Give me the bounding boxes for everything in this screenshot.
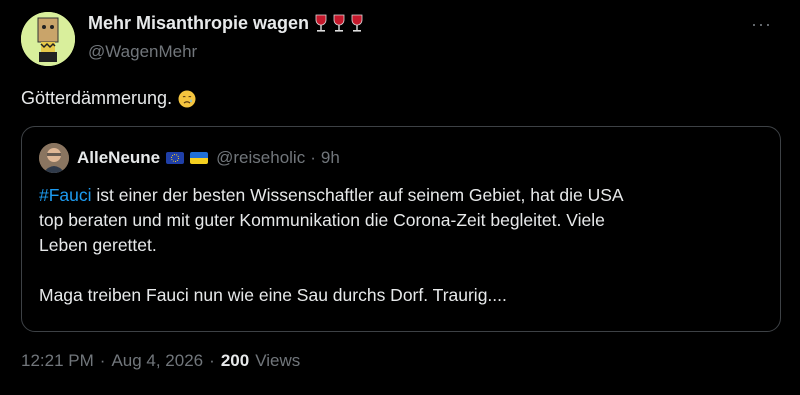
tweet-meta: 12:21 PM · Aug 4, 2026 · 200 Views bbox=[21, 351, 300, 371]
wine-glass-icon bbox=[333, 14, 345, 32]
tweet-text: Götterdämmerung. bbox=[21, 88, 173, 108]
author-avatar[interactable] bbox=[21, 12, 75, 66]
ukraine-flag-icon bbox=[190, 152, 209, 164]
person-photo-icon bbox=[39, 143, 69, 173]
views-label: Views bbox=[255, 351, 301, 370]
tweet-time[interactable]: 12:21 PM bbox=[21, 351, 94, 371]
quoted-line-1: #Fauci ist einer der besten Wissenschaft… bbox=[39, 183, 759, 208]
paper-bag-character-icon bbox=[21, 12, 75, 66]
tweet-text-row: Götterdämmerung. bbox=[21, 88, 196, 109]
views-count: 200 bbox=[220, 351, 250, 370]
wine-glass-icon bbox=[315, 14, 327, 32]
author-display-name[interactable]: Mehr Misanthropie wagen bbox=[88, 13, 309, 34]
author-handle[interactable]: @WagenMehr bbox=[88, 42, 197, 62]
tweet-date[interactable]: Aug 4, 2026 bbox=[111, 351, 203, 371]
quoted-separator: · bbox=[310, 148, 316, 167]
quoted-line-3: Leben gerettet. bbox=[39, 235, 157, 255]
quoted-author-name[interactable]: AlleNeune bbox=[77, 148, 160, 168]
wine-emoji-group bbox=[313, 14, 365, 34]
eu-flag-icon bbox=[166, 152, 185, 164]
quoted-tweet-card[interactable]: AlleNeune @reiseholic · 9h #Fauci ist ei… bbox=[21, 126, 781, 332]
quoted-tweet-header: AlleNeune @reiseholic · 9h bbox=[39, 143, 340, 173]
crying-face-icon bbox=[178, 90, 196, 107]
quoted-timestamp[interactable]: 9h bbox=[321, 148, 340, 168]
quoted-author-handle[interactable]: @reiseholic bbox=[216, 148, 305, 168]
quoted-line-1-text: ist einer der besten Wissenschaftler auf… bbox=[91, 185, 624, 205]
quoted-tweet-body: #Fauci ist einer der besten Wissenschaft… bbox=[39, 183, 759, 308]
quoted-line-4: Maga treiben Fauci nun wie eine Sau durc… bbox=[39, 285, 507, 305]
more-options-icon[interactable]: ··· bbox=[751, 14, 772, 35]
wine-glass-icon bbox=[351, 14, 363, 32]
hashtag-link[interactable]: #Fauci bbox=[39, 185, 92, 205]
quoted-author-avatar[interactable] bbox=[39, 143, 69, 173]
meta-separator: · bbox=[209, 351, 215, 370]
quoted-line-2: top beraten und mit guter Kommunikation … bbox=[39, 210, 605, 230]
author-name-row: Mehr Misanthropie wagen bbox=[88, 13, 365, 34]
meta-separator: · bbox=[99, 351, 106, 370]
